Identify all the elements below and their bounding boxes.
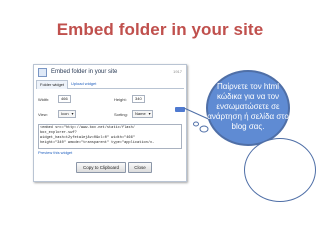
tail-dot-small bbox=[193, 121, 199, 127]
callout-text: Παίρνετε τον html κώδικα για να τον ενσω… bbox=[207, 82, 289, 131]
empty-callout-bubble bbox=[244, 138, 316, 202]
